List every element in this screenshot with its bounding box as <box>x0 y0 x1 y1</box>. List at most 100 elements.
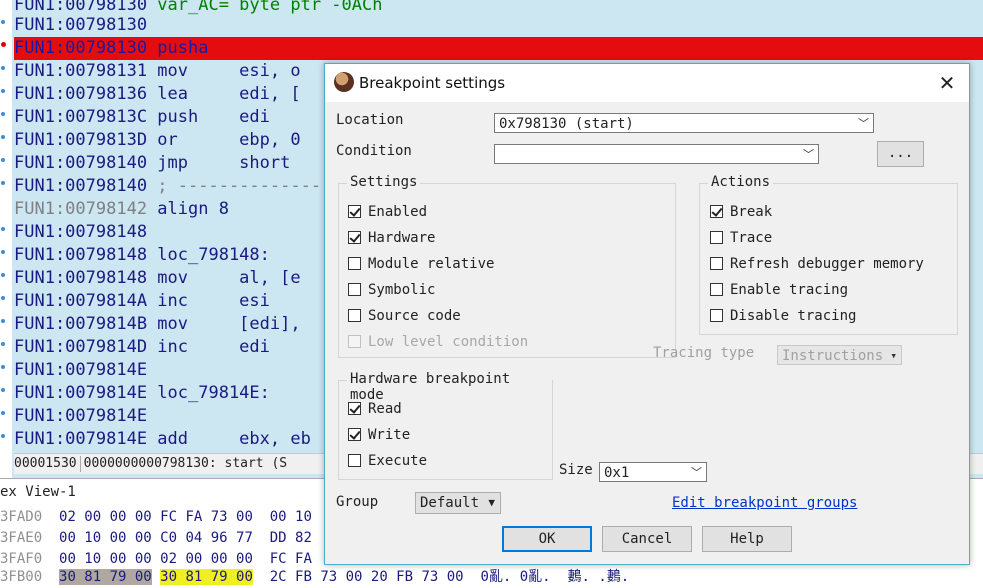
code-line[interactable]: FUN1:00798136 lea edi, [ <box>14 83 301 106</box>
code-line[interactable]: FUN1:00798130 <box>14 14 147 37</box>
help-button[interactable]: Help <box>702 526 792 552</box>
checkbox-checked-icon <box>348 428 361 441</box>
checkbox-checked-icon <box>348 205 361 218</box>
location-combo[interactable]: 0x798130 (start) ﹀ <box>494 113 874 133</box>
code-line[interactable]: FUN1:0079814E <box>14 359 147 382</box>
checkbox-unchecked-icon <box>710 309 723 322</box>
line-marker-icon <box>1 250 5 254</box>
code-line[interactable]: FUN1:0079814A inc esi <box>14 290 270 313</box>
code-line[interactable]: FUN1:0079814D inc edi <box>14 336 270 359</box>
code-line-address: FUN1:00798140 <box>14 153 148 173</box>
hex-row-bytes: 00 10 00 00 02 00 00 00 FC FA <box>42 551 312 567</box>
hex-view-tab-label: ex View-1 <box>0 484 76 500</box>
code-line-address: FUN1:00798148 <box>14 222 148 242</box>
code-line[interactable]: FUN1:0079813D or ebp, 0 <box>14 129 301 152</box>
location-value: 0x798130 (start) <box>499 116 634 132</box>
code-line-address: FUN1:0079813D <box>14 130 148 150</box>
hex-row-bytes: 2C FB 73 00 20 FB 73 00 0亂. 0亂. 鶈. .鶈. <box>252 569 630 585</box>
code-line[interactable]: FUN1:00798142 align 8 <box>14 198 229 221</box>
ok-button[interactable]: OK <box>502 526 592 552</box>
line-marker-icon <box>1 20 5 24</box>
code-line[interactable]: FUN1:0079814E add ebx, eb <box>14 428 311 451</box>
breakpoint-gutter[interactable] <box>0 0 12 478</box>
code-line-text: jmp short <box>147 153 291 173</box>
hardware-mode-label: Write <box>368 427 411 443</box>
line-marker-icon <box>1 227 5 231</box>
action-label: Refresh debugger memory <box>730 256 924 272</box>
code-line[interactable]: FUN1:0079814B mov [edi], <box>14 313 301 336</box>
line-marker-icon <box>1 66 5 70</box>
code-line[interactable]: FUN1:00798140 jmp short <box>14 152 290 175</box>
size-value: 0x1 <box>604 465 630 481</box>
group-combo[interactable]: Default ▼ <box>415 492 501 514</box>
code-line-address: FUN1:00798130 <box>14 0 148 15</box>
code-line-address: FUN1:0079814E <box>14 429 148 449</box>
hex-row-address: 3FAD0 <box>0 509 43 525</box>
setting-label: Hardware <box>368 230 436 246</box>
chevron-down-icon: ﹀ <box>803 148 814 161</box>
line-marker-icon <box>1 342 5 346</box>
code-line-address: FUN1:00798136 <box>14 84 148 104</box>
code-line-breakpoint[interactable]: FUN1:00798130 pusha <box>14 37 983 60</box>
close-icon[interactable]: ✕ <box>933 70 961 96</box>
dialog-title-bar[interactable]: Breakpoint settings ✕ <box>325 64 969 102</box>
tracing-type-value: Instructions <box>782 348 884 364</box>
setting-label: Symbolic <box>368 282 436 298</box>
cancel-button[interactable]: Cancel <box>602 526 692 552</box>
settings-group-title: Settings <box>347 174 421 190</box>
status-offset: 00001530 <box>14 456 77 471</box>
code-line-text: inc edi <box>147 337 270 357</box>
checkbox-checked-icon <box>348 402 361 415</box>
hardware-mode-label: Execute <box>368 453 428 469</box>
code-line-address: FUN1:00798142 <box>14 199 148 219</box>
code-line[interactable]: FUN1:00798131 mov esi, o <box>14 60 301 83</box>
checkbox-unchecked-icon <box>348 283 361 296</box>
setting-label: Enabled <box>368 204 428 220</box>
code-line[interactable]: FUN1:00798148 loc_798148: <box>14 244 270 267</box>
checkbox-checked-icon <box>710 205 723 218</box>
hex-row-bytes <box>152 569 160 585</box>
code-line-address: FUN1:0079814E <box>14 360 148 380</box>
tracing-type-combo[interactable]: Instructions ▾ <box>777 345 902 365</box>
hex-row[interactable]: 3FB00 30 81 79 00 30 81 79 00 2C FB 73 0… <box>0 566 629 588</box>
code-line-text: align 8 <box>147 199 229 219</box>
code-line[interactable]: FUN1:0079814E loc_79814E: <box>14 382 270 405</box>
hex-selected-bytes: 30 81 79 00 <box>59 569 152 585</box>
code-line-address: FUN1:00798140 <box>14 176 148 196</box>
code-line-text: var_AC= byte ptr -0ACh <box>147 0 383 15</box>
hex-row[interactable]: 3FAD0 02 00 00 00 FC FA 73 00 00 10 <box>0 506 312 528</box>
code-line[interactable]: FUN1:00798148 <box>14 221 147 244</box>
line-marker-icon <box>1 434 5 438</box>
code-line[interactable]: FUN1:00798148 mov al, [e <box>14 267 301 290</box>
line-marker-icon <box>1 158 5 162</box>
checkbox-unchecked-icon <box>710 283 723 296</box>
condition-combo[interactable]: ﹀ <box>494 144 819 164</box>
hex-row-address: 3FB00 <box>0 569 43 585</box>
hex-row[interactable]: 3FAE0 00 10 00 00 C0 04 96 77 DD 82 <box>0 527 312 549</box>
code-line-address: FUN1:00798148 <box>14 245 148 265</box>
code-line-text: or ebp, 0 <box>147 130 301 150</box>
line-marker-icon <box>1 319 5 323</box>
code-line-address: FUN1:00798131 <box>14 61 148 81</box>
location-label: Location <box>336 112 404 128</box>
code-line[interactable]: FUN1:0079813C push edi <box>14 106 270 129</box>
size-combo[interactable]: 0x1 ﹀ <box>599 462 707 482</box>
checkbox-unchecked-icon <box>348 309 361 322</box>
code-line-text: mov [edi], <box>147 314 301 334</box>
action-label: Disable tracing <box>730 308 857 324</box>
line-marker-icon <box>1 89 5 93</box>
edit-breakpoint-groups-link[interactable]: Edit breakpoint groups <box>672 495 857 511</box>
group-value: Default <box>420 495 480 511</box>
code-line-text: inc esi <box>147 291 270 311</box>
condition-edit-button[interactable]: ... <box>877 141 924 167</box>
chevron-down-icon: ▾ <box>890 349 897 362</box>
condition-label: Condition <box>336 143 412 159</box>
action-label: Break <box>730 204 773 220</box>
size-label: Size <box>559 462 593 478</box>
hex-row-address: 3FAF0 <box>0 551 43 567</box>
action-label: Trace <box>730 230 773 246</box>
chevron-down-icon: ﹀ <box>691 466 702 479</box>
hardware-mode-label: Read <box>368 401 402 417</box>
code-line[interactable]: FUN1:0079814E <box>14 405 147 428</box>
breakpoint-dot-icon <box>1 42 6 47</box>
